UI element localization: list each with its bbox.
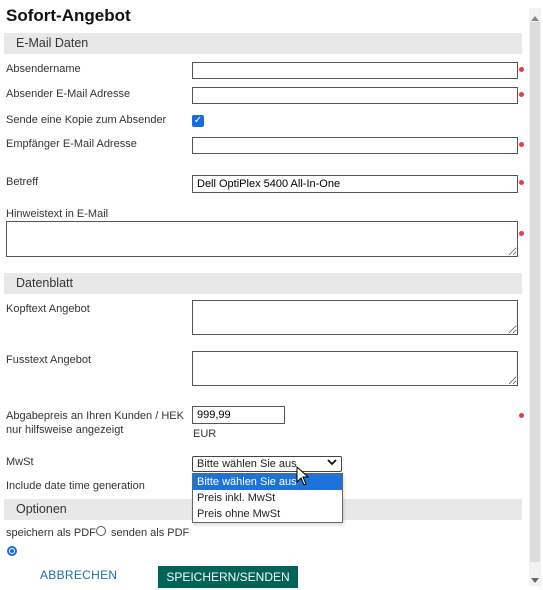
email-note-label: Hinweistext in E-Mail (6, 208, 109, 220)
required-indicator (519, 92, 524, 97)
subject-input[interactable] (192, 175, 518, 193)
sender-name-label: Absendername (6, 63, 81, 75)
recipient-email-label: Empfänger E-Mail Adresse (6, 138, 137, 150)
price-label-line2: nur hilfsweise angezeigt (6, 424, 124, 436)
subject-label: Betreff (6, 176, 39, 188)
header-text-label: Kopftext Angebot (6, 303, 90, 315)
vat-dropdown-list: Bitte wählen Sie aus Preis inkl. MwSt Pr… (192, 473, 343, 523)
save-pdf-label: speichern als PDF (6, 527, 96, 539)
price-input[interactable] (192, 406, 285, 424)
vat-option[interactable]: Bitte wählen Sie aus (193, 474, 342, 490)
required-indicator (519, 180, 524, 185)
section-datasheet-title: Datenblatt (16, 276, 73, 290)
price-label-line1: Abgabepreis an Ihren Kunden / HEK (6, 410, 184, 422)
section-email: E-Mail Daten (4, 33, 522, 54)
section-datasheet: Datenblatt (4, 273, 522, 294)
header-text-textarea[interactable] (192, 300, 518, 335)
currency-label: EUR (193, 428, 217, 440)
copy-to-sender-checkbox[interactable]: ✓ (192, 115, 204, 127)
recipient-email-input[interactable] (192, 137, 518, 154)
save-pdf-radio[interactable] (7, 546, 17, 556)
send-pdf-label: senden als PDF (111, 527, 190, 539)
chevron-down-icon (327, 457, 337, 470)
include-date-label: Include date time generation (6, 480, 145, 492)
scroll-up-icon[interactable] (530, 9, 540, 27)
required-indicator (519, 67, 524, 72)
copy-to-sender-label: Sende eine Kopie zum Absender (6, 114, 167, 126)
cancel-button[interactable]: ABBRECHEN (40, 568, 117, 582)
email-note-textarea[interactable] (6, 221, 518, 257)
vat-option[interactable]: Preis ohne MwSt (193, 506, 342, 522)
sender-name-input[interactable] (192, 62, 518, 79)
vat-select-value: Bitte wählen Sie aus (197, 458, 297, 470)
footer-text-textarea[interactable] (192, 351, 518, 386)
required-indicator (519, 142, 524, 147)
sender-email-label: Absender E-Mail Adresse (6, 88, 131, 100)
price-label: Abgabepreis an Ihren Kunden / HEK nur hi… (6, 409, 184, 437)
vat-select[interactable]: Bitte wählen Sie aus (192, 456, 342, 472)
sender-email-input[interactable] (192, 87, 518, 104)
footer-text-label: Fusstext Angebot (6, 354, 91, 366)
vat-label: MwSt (6, 456, 34, 468)
required-indicator (519, 231, 524, 236)
scrollbar-thumb[interactable] (530, 22, 540, 562)
send-pdf-radio[interactable] (96, 526, 106, 536)
scroll-down-icon[interactable] (530, 572, 540, 590)
mouse-cursor-icon (296, 465, 310, 491)
vat-option[interactable]: Preis inkl. MwSt (193, 490, 342, 506)
required-indicator (519, 413, 524, 418)
dialog-title: Sofort-Angebot (6, 6, 131, 25)
section-options-title: Optionen (16, 502, 67, 516)
save-send-button[interactable]: SPEICHERN/SENDEN (158, 566, 298, 588)
section-email-title: E-Mail Daten (16, 36, 89, 50)
